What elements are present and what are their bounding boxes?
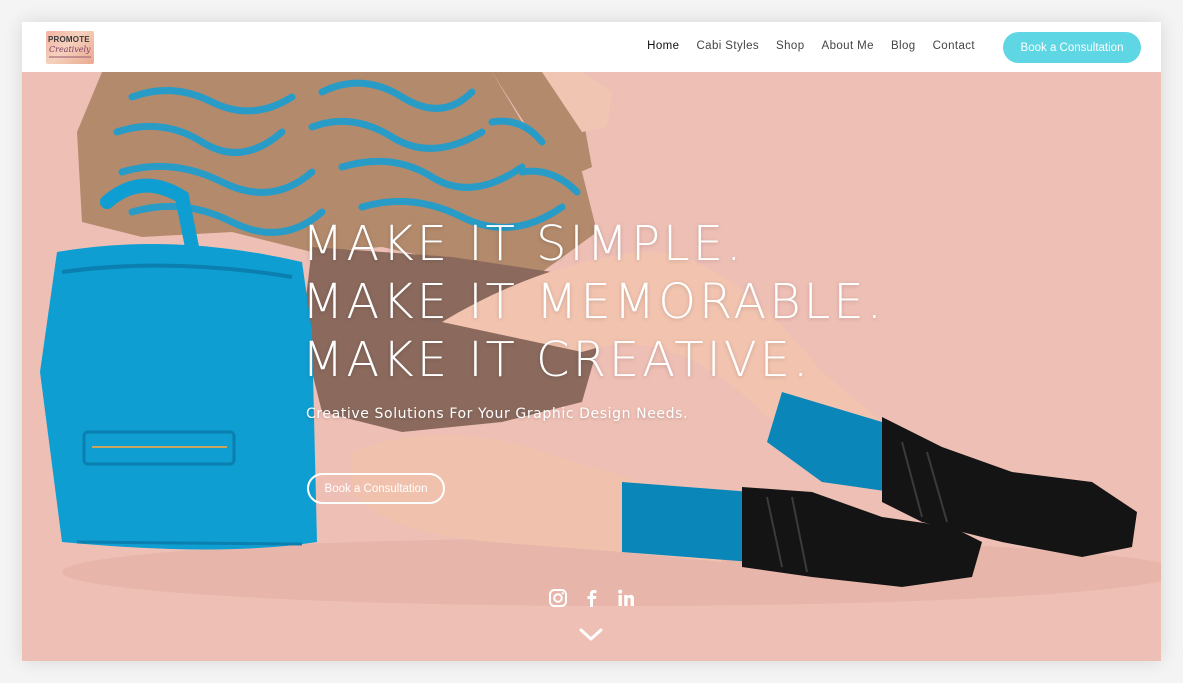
nav-item-shop[interactable]: Shop: [776, 40, 804, 52]
instagram-icon[interactable]: [548, 588, 568, 608]
social-links: [548, 588, 636, 608]
logo-text: PROMOTE: [48, 35, 90, 44]
nav-item-about-me[interactable]: About Me: [822, 40, 874, 52]
nav-item-cabi-styles[interactable]: Cabi Styles: [696, 40, 759, 52]
hero-subheadline: Creative Solutions For Your Graphic Desi…: [306, 406, 689, 422]
headline-line-2: MAKE IT MEMORABLE.: [302, 274, 885, 330]
headline-line-1: MAKE IT SIMPLE.: [302, 216, 745, 272]
linkedin-icon[interactable]: [616, 588, 636, 608]
nav-item-home[interactable]: Home: [647, 40, 679, 52]
browser-viewport: PROMOTE Creatively Home Cabi Styles Shop…: [22, 22, 1161, 661]
main-nav: Home Cabi Styles Shop About Me Blog Cont…: [630, 40, 975, 52]
hero-section: MAKE IT SIMPLE. MAKE IT MEMORABLE. MAKE …: [22, 72, 1161, 661]
chevron-down-icon[interactable]: [579, 627, 603, 643]
site-header: PROMOTE Creatively Home Cabi Styles Shop…: [22, 22, 1161, 72]
book-consultation-hero-button[interactable]: Book a Consultation: [307, 473, 445, 504]
book-consultation-header-button[interactable]: Book a Consultation: [1003, 32, 1141, 63]
nav-item-contact[interactable]: Contact: [933, 40, 975, 52]
logo-script-text: Creatively: [49, 45, 91, 54]
facebook-icon[interactable]: [582, 588, 602, 608]
headline-line-3: MAKE IT CREATIVE.: [302, 332, 812, 388]
nav-item-blog[interactable]: Blog: [891, 40, 916, 52]
hero-headline: MAKE IT SIMPLE. MAKE IT MEMORABLE. MAKE …: [302, 215, 885, 389]
logo-underline: [49, 56, 91, 58]
site-logo[interactable]: PROMOTE Creatively: [46, 31, 94, 64]
